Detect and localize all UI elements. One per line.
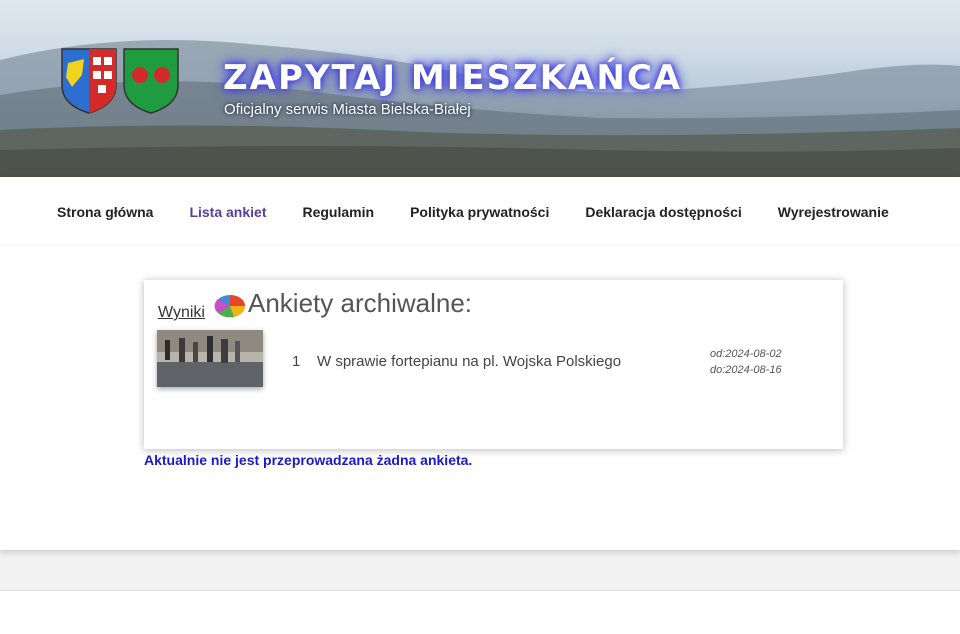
pie-chart-icon[interactable] bbox=[214, 291, 247, 318]
footer bbox=[0, 590, 960, 634]
survey-number: 1 bbox=[292, 353, 301, 370]
archive-survey-card: Wyniki Ankiety archiwalne: 1 W sprawie f… bbox=[144, 280, 843, 449]
results-link[interactable]: Wyniki bbox=[158, 304, 205, 322]
biala-crest-icon bbox=[123, 48, 179, 114]
nav-item-accessibility-declaration[interactable]: Deklaracja dostępności bbox=[585, 204, 741, 220]
survey-date-from: od:2024-08-02 bbox=[710, 348, 782, 360]
header-banner: ZAPYTAJ MIESZKAŃCA Oficjalny serwis Mias… bbox=[0, 0, 960, 177]
nav-item-survey-list[interactable]: Lista ankiet bbox=[189, 204, 266, 220]
nav-item-unregister[interactable]: Wyrejestrowanie bbox=[778, 204, 889, 220]
site-title: ZAPYTAJ MIESZKAŃCA bbox=[223, 58, 683, 98]
page: ZAPYTAJ MIESZKAŃCA Oficjalny serwis Mias… bbox=[0, 0, 960, 634]
city-crests bbox=[60, 47, 180, 115]
nav-item-home[interactable]: Strona główna bbox=[57, 204, 153, 220]
survey-title-link[interactable]: W sprawie fortepianu na pl. Wojska Polsk… bbox=[317, 353, 621, 370]
survey-date-to: do:2024-08-16 bbox=[710, 364, 782, 376]
survey-dates: od:2024-08-02 do:2024-08-16 bbox=[710, 346, 782, 378]
archive-heading: Ankiety archiwalne: bbox=[248, 288, 472, 318]
survey-thumbnail-image[interactable] bbox=[157, 330, 263, 387]
nav-item-regulations[interactable]: Regulamin bbox=[302, 204, 374, 220]
nav-item-privacy-policy[interactable]: Polityka prywatności bbox=[410, 204, 549, 220]
main-navigation: Strona główna Lista ankiet Regulamin Pol… bbox=[0, 177, 960, 246]
bielsko-crest-icon bbox=[61, 48, 117, 114]
no-active-survey-notice: Aktualnie nie jest przeprowadzana żadna … bbox=[144, 452, 473, 468]
site-subtitle: Oficjalny serwis Miasta Bielska-Białej bbox=[224, 101, 471, 118]
